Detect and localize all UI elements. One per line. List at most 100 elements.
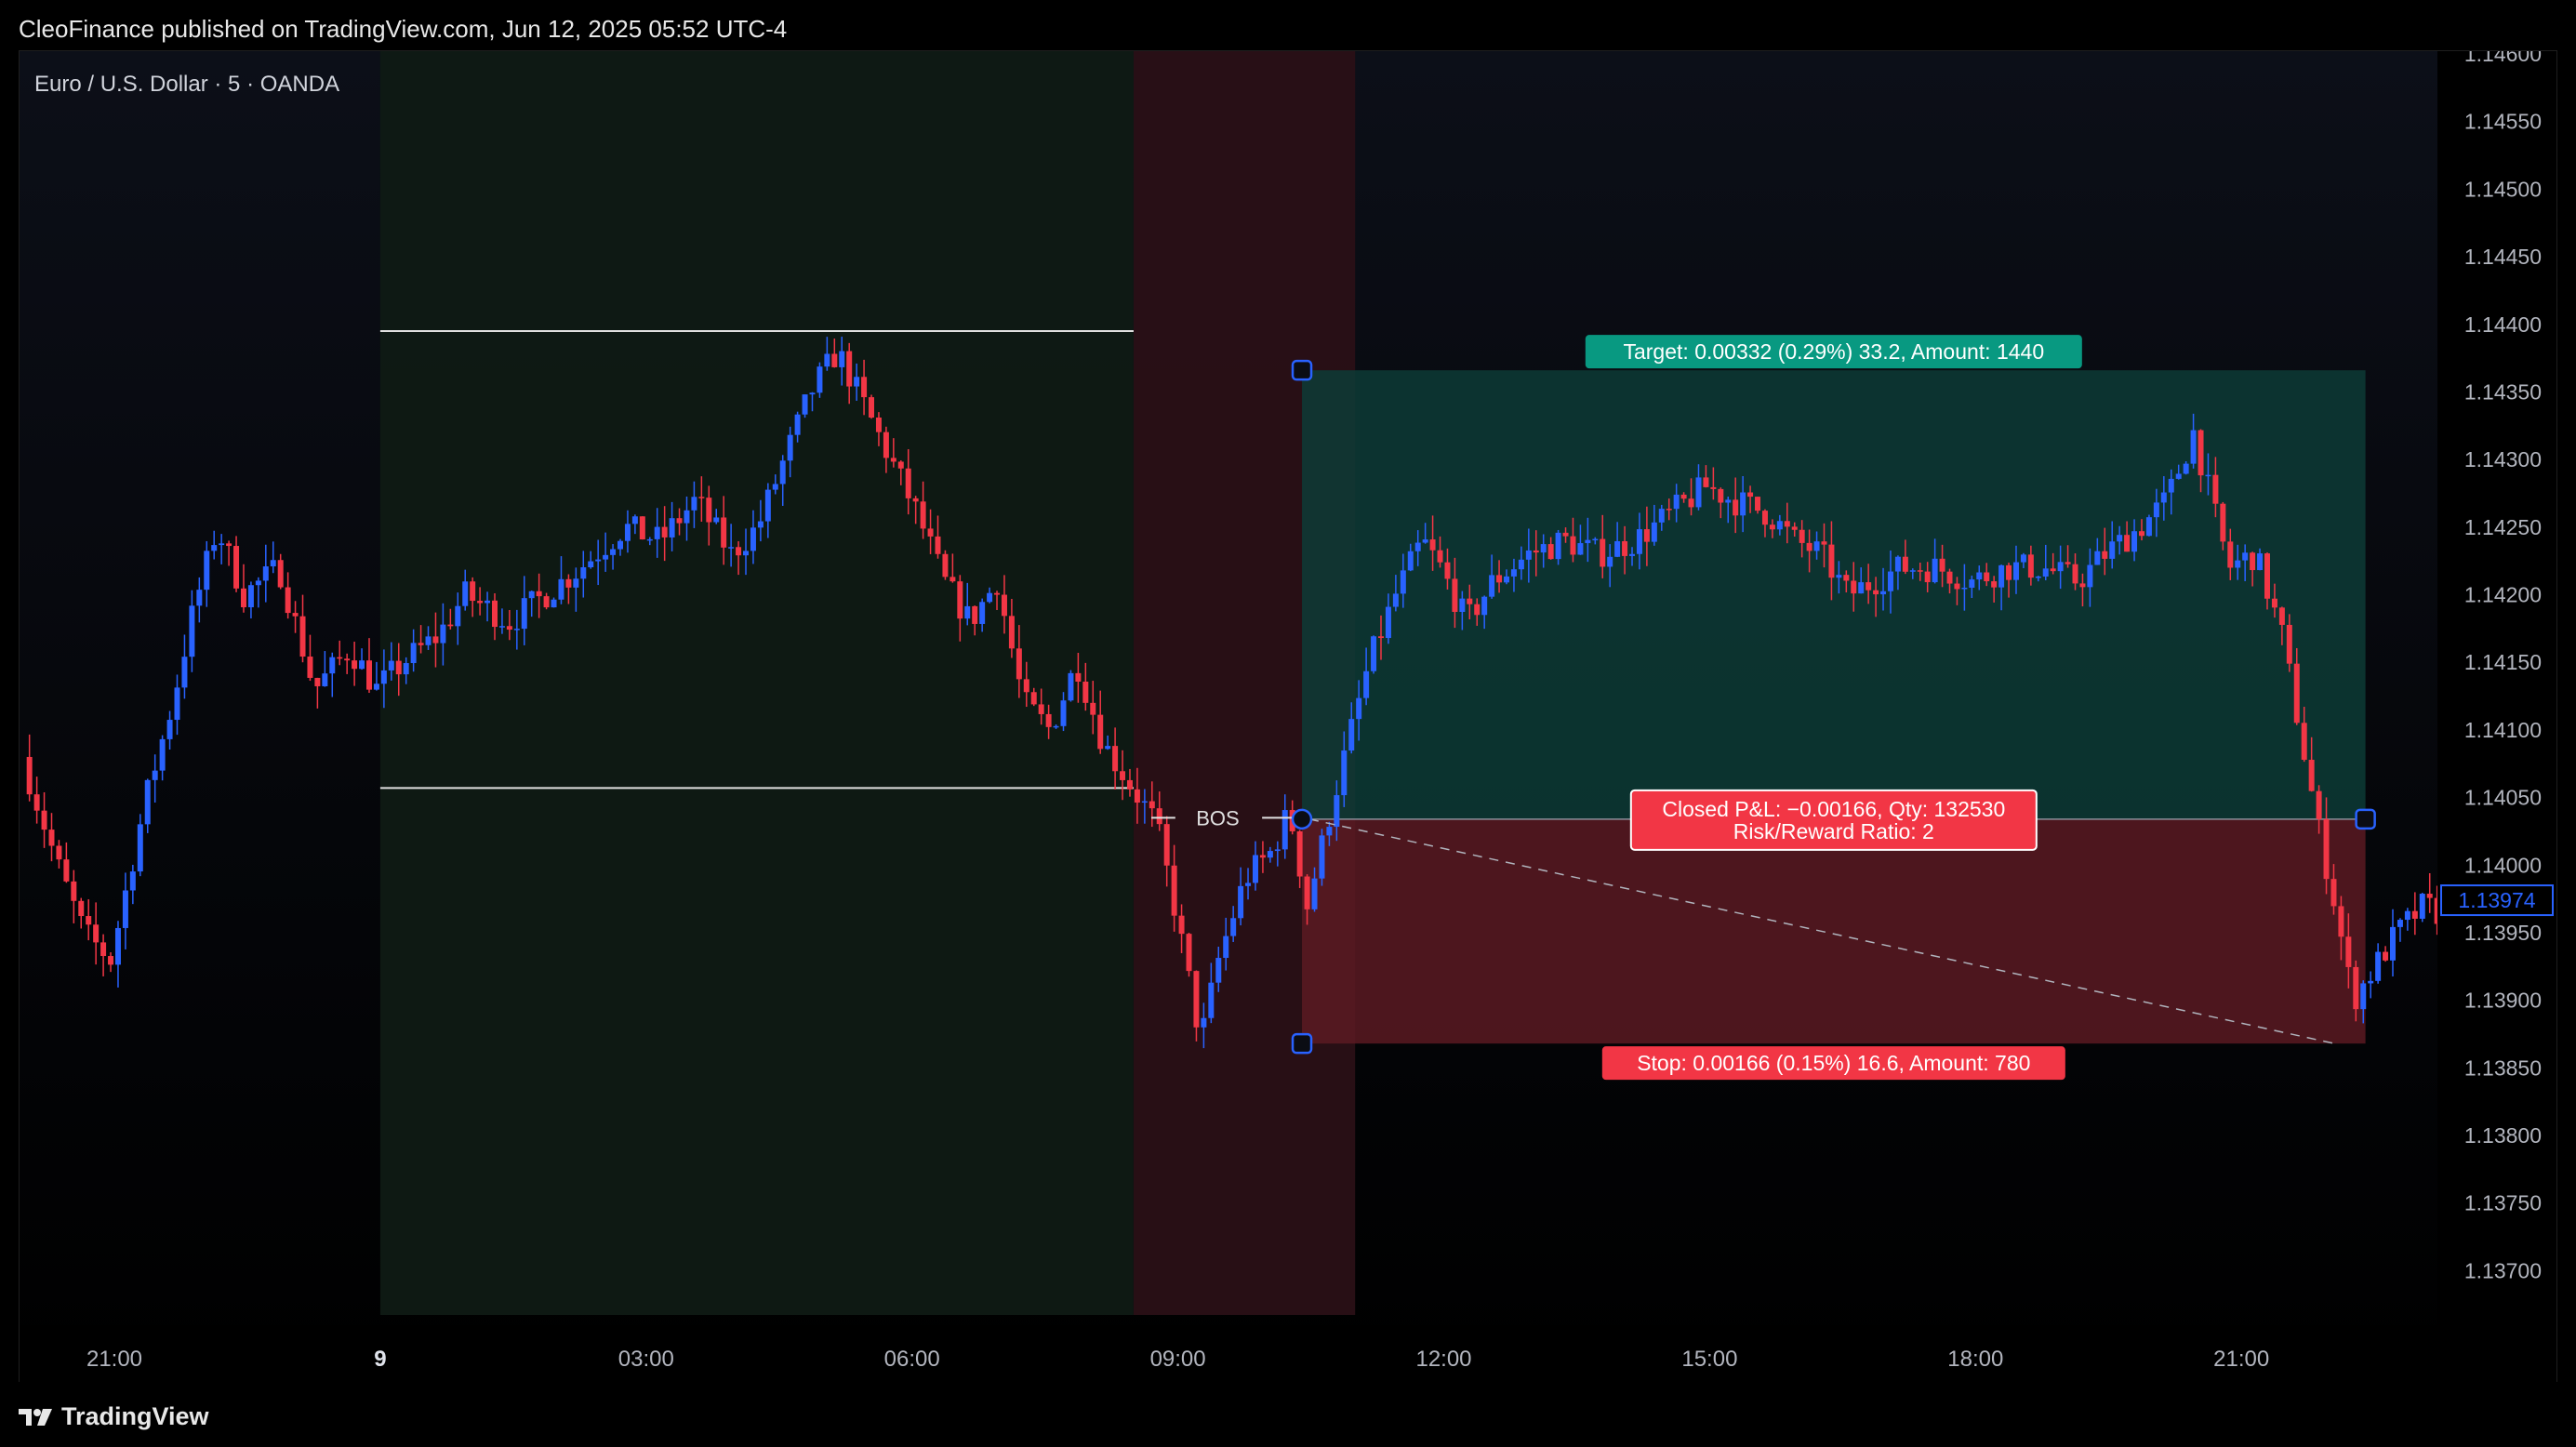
candle-body [1149, 801, 1155, 809]
candle-body [1984, 572, 1990, 582]
candle-body [63, 859, 70, 882]
price-tick: 1.13950 [2464, 921, 2542, 945]
chart-area[interactable]: BOS Target: 0.00332 (0.29%) 33.2, Amount:… [19, 50, 2557, 1384]
candle-body [1828, 544, 1835, 578]
current-price-label: 1.13974 [2458, 888, 2535, 912]
candle-body [1540, 544, 1547, 553]
candle-body [506, 626, 512, 631]
candle-body [1740, 492, 1746, 516]
candle-body [1518, 559, 1524, 570]
candle-body [240, 588, 246, 608]
candle-body [1377, 636, 1384, 639]
candle-body [2264, 553, 2270, 599]
candle-body [972, 605, 978, 624]
candle-body [93, 924, 100, 943]
candle-body [1873, 590, 1879, 595]
candle-body [2012, 562, 2019, 580]
candle-body [1851, 580, 1857, 594]
candle-body [846, 351, 853, 387]
candle-body [1060, 700, 1067, 726]
candle-body [1311, 878, 1318, 909]
candle-body [2027, 554, 2034, 578]
footer: TradingView [0, 1382, 2576, 1447]
candle-body [1991, 581, 1998, 588]
candle-body [2323, 818, 2330, 880]
candle-body [100, 942, 107, 957]
price-tick: 1.14600 [2464, 51, 2542, 66]
candle-body [920, 501, 926, 529]
candle-body [1629, 553, 1636, 556]
candle-body [388, 660, 394, 670]
candle-body [2293, 663, 2300, 724]
candle-body [1193, 971, 1200, 1028]
candle-body [470, 581, 476, 602]
candle-body [1459, 598, 1466, 613]
candle-body [2338, 906, 2344, 937]
candle-body [979, 602, 986, 624]
candle-body [395, 660, 402, 675]
candle-body [1998, 564, 2005, 588]
candle-body [684, 510, 690, 524]
candle-body [772, 484, 778, 490]
candle-body [1437, 550, 1443, 563]
candle-body [1267, 851, 1273, 858]
candle-body [1371, 636, 1377, 671]
candle-body [1909, 570, 1916, 572]
candle-body [337, 657, 343, 659]
candle-body [861, 377, 868, 398]
candle-body [528, 591, 535, 599]
candle-body [1215, 958, 1222, 983]
candle-body [624, 524, 631, 541]
candle-body [2050, 568, 2056, 572]
tradingview-logo[interactable]: TradingView [19, 1402, 209, 1431]
candle-body [1444, 562, 1451, 579]
candle-body [2094, 551, 2101, 565]
candle-body [2042, 568, 2049, 577]
candle-body [462, 581, 469, 606]
candle-body [869, 397, 875, 418]
candle-body [166, 720, 173, 739]
price-tick: 1.14200 [2464, 583, 2542, 607]
candle-body [2168, 478, 2174, 493]
entry-handle [1291, 808, 1313, 830]
price-tick: 1.14550 [2464, 110, 2542, 134]
candle-body [691, 497, 697, 511]
candle-body [432, 636, 439, 644]
candle-body [1319, 835, 1325, 879]
candle-body [912, 498, 919, 502]
candle-body [603, 554, 609, 560]
candle-body [1755, 497, 1761, 511]
candle-body [1924, 571, 1931, 583]
candle-body [1769, 524, 1775, 530]
candle-body [1887, 571, 1893, 591]
candle-body [226, 543, 232, 547]
time-tick: 18:00 [1947, 1347, 2003, 1372]
candle-body [573, 578, 579, 588]
candle-body [565, 578, 572, 588]
candle-body [1658, 509, 1665, 523]
candle-body [2131, 531, 2138, 552]
candle-body [1201, 1017, 1207, 1028]
candle-body [824, 353, 830, 367]
candle-body [721, 517, 727, 548]
candle-body [1304, 876, 1310, 909]
candle-body [875, 418, 882, 432]
candle-body [137, 824, 143, 872]
price-tick: 1.14100 [2464, 718, 2542, 742]
candle-body [211, 545, 218, 551]
candle-body [1570, 536, 1576, 555]
candle-body [2117, 535, 2123, 542]
candle-body [2426, 894, 2433, 898]
price-tick: 1.13700 [2464, 1258, 2542, 1282]
candle-body [1163, 824, 1170, 866]
candle-body [2257, 553, 2264, 571]
candlestick-chart[interactable]: BOS Target: 0.00332 (0.29%) 33.2, Amount:… [20, 51, 2556, 1383]
candle-body [1894, 556, 1901, 572]
candle-body [1001, 594, 1007, 617]
candle-body [26, 756, 33, 795]
candle-body [1784, 521, 1790, 527]
time-axis-bg [20, 1325, 2556, 1383]
candle-body [897, 461, 904, 469]
candle-body [1245, 883, 1252, 886]
candle-body [595, 559, 602, 562]
